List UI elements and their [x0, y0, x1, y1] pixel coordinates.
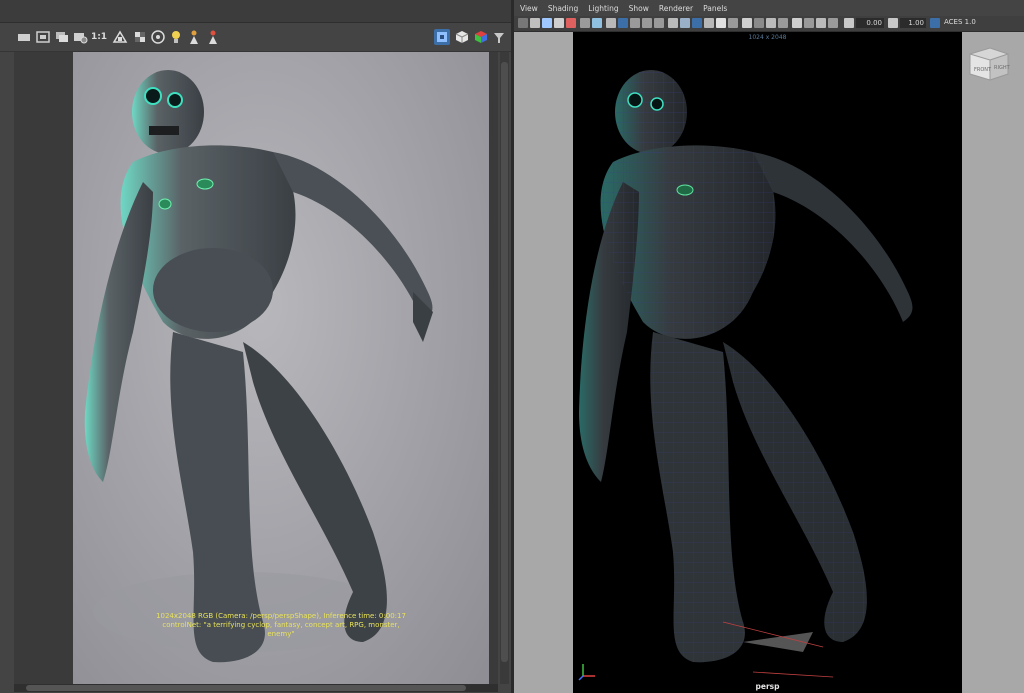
viewport-panel: View Shading Lighting Show Renderer Pane… [514, 0, 1024, 693]
rendered-creature-image: 1024x2048 RGB (Camera: /persp/perspShape… [73, 52, 489, 684]
motion-blur-icon[interactable] [754, 18, 764, 28]
smooth-shade-icon[interactable] [680, 18, 690, 28]
depth-of-field-icon[interactable] [778, 18, 788, 28]
xray-icon[interactable] [804, 18, 814, 28]
menu-panels[interactable]: Panels [703, 4, 727, 13]
gamma-field[interactable]: 1.00 [900, 18, 926, 28]
camera-attributes-icon[interactable] [518, 18, 528, 28]
menu-renderer[interactable]: Renderer [659, 4, 693, 13]
render-view-toolbar: 1:1 [0, 23, 511, 52]
exposure-field[interactable]: 0.00 [856, 18, 884, 28]
horizontal-scroll-thumb[interactable] [26, 685, 466, 691]
render-settings-icon[interactable] [72, 29, 88, 45]
wireframe-icon[interactable] [668, 18, 678, 28]
menu-show[interactable]: Show [629, 4, 649, 13]
image-plane-icon[interactable] [554, 18, 564, 28]
viewport-gutter-right [962, 32, 1024, 693]
shadows-icon[interactable] [728, 18, 738, 28]
render-info-line2: controlNet: "a terrifying cyclop, fantas… [162, 621, 400, 638]
view-cube-front-label: FRONT [974, 67, 992, 73]
render-view-horizontal-scrollbar[interactable] [14, 684, 498, 692]
cube-icon[interactable] [454, 29, 470, 45]
grease-pencil-icon[interactable] [580, 18, 590, 28]
view-cube[interactable]: FRONT RIGHT [966, 44, 1012, 84]
gamma-icon[interactable] [888, 18, 898, 28]
light-bulb-icon[interactable] [168, 29, 184, 45]
viewport-gutter-left [514, 32, 573, 693]
gate-mask-icon[interactable] [630, 18, 640, 28]
camera-name-label: persp [755, 682, 780, 691]
field-chart-icon[interactable] [642, 18, 652, 28]
render-view-title-strip [0, 0, 511, 23]
render-canvas[interactable]: 1024x2048 RGB (Camera: /persp/perspShape… [14, 52, 498, 684]
backface-culling-icon[interactable] [828, 18, 838, 28]
xray-joints-icon[interactable] [816, 18, 826, 28]
render-view-vertical-scrollbar[interactable] [500, 52, 509, 684]
exposure-icon[interactable] [150, 29, 166, 45]
select-camera-icon[interactable] [530, 18, 540, 28]
menu-view[interactable]: View [520, 4, 538, 13]
viewport-menu-bar: View Shading Lighting Show Renderer Pane… [514, 0, 1024, 16]
wireframe-creature [579, 70, 913, 678]
wireframe-on-shaded-icon[interactable] [692, 18, 702, 28]
bookmark-icon[interactable] [542, 18, 552, 28]
checker-icon[interactable] [132, 29, 148, 45]
render-person-icon[interactable] [186, 29, 202, 45]
anti-aliasing-icon[interactable] [766, 18, 776, 28]
grid-icon[interactable] [592, 18, 602, 28]
render-view-panel: 1:1 1024x2048 RGB (Camera: /persp/perspS… [0, 0, 511, 693]
creature-illustration [84, 70, 433, 663]
render-region-icon[interactable] [16, 29, 32, 45]
color-channels-icon[interactable] [112, 29, 128, 45]
render-info-text: 1024x2048 RGB (Camera: /persp/perspShape… [151, 612, 411, 639]
color-management-icon[interactable] [930, 18, 940, 28]
keep-image-icon[interactable] [54, 29, 70, 45]
real-size-toggle[interactable]: 1:1 [91, 29, 107, 45]
viewport-canvas[interactable]: 1024 x 2048 persp [573, 32, 962, 693]
axis-gizmo [578, 664, 595, 681]
vertical-scroll-thumb[interactable] [501, 62, 508, 662]
display-mode-icon[interactable] [434, 29, 450, 45]
menu-shading[interactable]: Shading [548, 4, 578, 13]
film-gate-icon[interactable] [606, 18, 616, 28]
safe-action-icon[interactable] [654, 18, 664, 28]
exposure-icon[interactable] [844, 18, 854, 28]
two-d-pan-icon[interactable] [566, 18, 576, 28]
color-cube-icon[interactable] [473, 29, 489, 45]
filter-icon[interactable] [491, 29, 507, 45]
isolate-select-icon[interactable] [792, 18, 802, 28]
textured-icon[interactable] [704, 18, 714, 28]
use-all-lights-icon[interactable] [716, 18, 726, 28]
view-cube-right-label: RIGHT [994, 65, 1011, 71]
resolution-gate-icon[interactable] [618, 18, 628, 28]
snapshot-icon[interactable] [35, 29, 51, 45]
color-space-label[interactable]: ACES 1.0 [944, 18, 976, 26]
menu-lighting[interactable]: Lighting [588, 4, 618, 13]
render-info-line1: 1024x2048 RGB (Camera: /persp/perspShape… [156, 612, 406, 620]
viewport-toolbar: 0.00 1.00 ACES 1.0 [514, 16, 1024, 32]
ambient-occlusion-icon[interactable] [742, 18, 752, 28]
render-person-alt-icon[interactable] [205, 29, 221, 45]
